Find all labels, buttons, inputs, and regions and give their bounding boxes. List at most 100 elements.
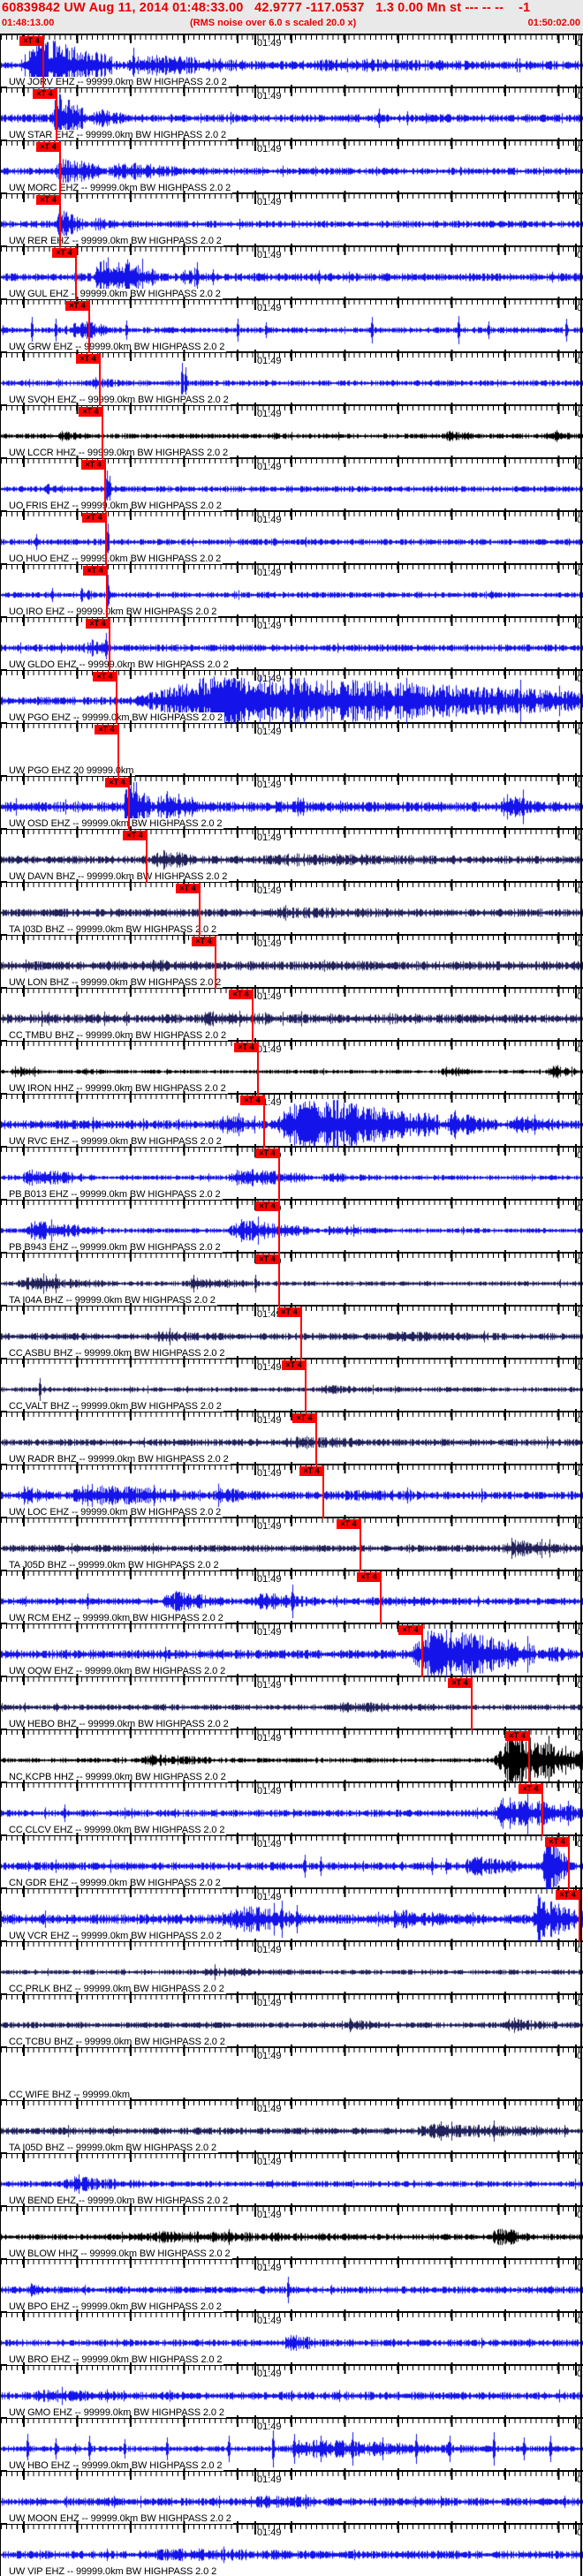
trace-row: 01:4901:50×T 4NC KCPB HHZ -- 99999.0km B…: [1, 1727, 583, 1783]
station-label: UW GRW EHZ -- 99999.0km BW HIGHPASS 2.0 …: [7, 342, 227, 352]
trace-row: 01:4901:50×T 4CN GDR EHZ -- 99999.0km BW…: [1, 1833, 583, 1889]
trace-row: 01:4901:50×T 4UW DAVN BHZ -- 99999.0km B…: [1, 826, 583, 883]
pick-flag[interactable]: ×T 4: [95, 725, 118, 734]
station-label: PB B013 EHZ -- 99999.0km BW HIGHPASS 2.0…: [7, 1189, 223, 1200]
station-label: UW BPO EHZ -- 99999.0km BW HIGHPASS 2.0 …: [7, 2301, 223, 2312]
station-label: UW JORV EHZ -- 99999.0km BW HIGHPASS 2.0…: [7, 77, 229, 87]
pick-flag[interactable]: ×T 4: [19, 36, 43, 46]
pick-flag[interactable]: ×T 4: [519, 1784, 542, 1794]
trace-row: 01:4901:50UW BPO EHZ -- 99999.0km BW HIG…: [1, 2256, 583, 2313]
station-label: CC CLCV EHZ -- 99999.0km BW HIGHPASS 2.0…: [7, 1825, 227, 1835]
pick-flag[interactable]: ×T 4: [292, 1413, 316, 1423]
pick-flag[interactable]: ×T 4: [81, 460, 105, 470]
pick-flag[interactable]: ×T 4: [545, 1837, 569, 1847]
pick-flag[interactable]: ×T 4: [192, 937, 216, 946]
station-label: TA I05D BHZ -- 99999.0km BW HIGHPASS 2.0…: [7, 2143, 219, 2153]
pick-flag[interactable]: ×T 4: [33, 89, 57, 99]
trace-row: 01:4901:50×T 4CC CLCV EHZ -- 99999.0km B…: [1, 1780, 583, 1836]
pick-flag[interactable]: ×T 4: [357, 1572, 381, 1582]
trace-row: 01:4901:50×T 4UW MORC EHZ -- 99999.0km B…: [1, 138, 583, 194]
pick-flag[interactable]: ×T 4: [86, 619, 110, 629]
trace-row: 01:4901:50×T 4TA I03D BHZ -- 99999.0km B…: [1, 879, 583, 936]
rms-scaling-note: (RMS noise over 6.0 s scaled 20.0 x): [190, 18, 357, 28]
trace-row: 01:4901:50×T 4UW JORV EHZ -- 99999.0km B…: [1, 34, 583, 88]
station-label: UW RER EHZ -- 99999.0km BW HIGHPASS 2.0 …: [7, 236, 223, 246]
pick-flag[interactable]: ×T 4: [282, 1360, 306, 1370]
trace-row: 01:4901:50×T 4PB B013 EHZ -- 99999.0km B…: [1, 1144, 583, 1201]
station-label: UW LCCR HHZ -- 99999.0km BW HIGHPASS 2.0…: [7, 448, 231, 458]
trace-row: 01:4901:50CC WIFE BHZ -- 99999.0km: [1, 2045, 583, 2101]
trace-row: 01:4901:50UW MOON EHZ -- 99999.0km BW HI…: [1, 2468, 583, 2525]
station-label: UW IRON HHZ -- 99999.0km BW HIGHPASS 2.0…: [7, 1083, 228, 1094]
seismogram-viewer: 60839842 UW Aug 11, 2014 01:48:33.00 42.…: [0, 0, 583, 2576]
trace-row: 01:4901:50CC TCBU BHZ -- 99999.0km BW HI…: [1, 1992, 583, 2048]
pick-flag[interactable]: ×T 4: [299, 1466, 323, 1476]
trace-row: 01:4901:50×T 4UW LON BHZ -- 99999.0km BW…: [1, 932, 583, 989]
pick-flag[interactable]: ×T 4: [448, 1678, 472, 1688]
pick-flag[interactable]: ×T 4: [255, 1201, 279, 1211]
pick-flag[interactable]: ×T 4: [505, 1731, 529, 1741]
pick-flag[interactable]: ×T 4: [337, 1519, 360, 1529]
station-label: UW RVC EHZ -- 99999.0km BW HIGHPASS 2.0 …: [7, 1136, 223, 1147]
trace-row: 01:4901:50×T 4UW RADR BHZ -- 99999.0km B…: [1, 1409, 583, 1465]
station-label: UO FRIS EHZ -- 99999.0km BW HIGHPASS 2.0…: [7, 501, 223, 511]
trace-row: 01:4901:50×T 4TA J05D BHZ -- 99999.0km B…: [1, 1515, 583, 1571]
trace-row: 01:4901:50UW BRO EHZ -- 99999.0km BW HIG…: [1, 2309, 583, 2366]
pick-flag[interactable]: ×T 4: [83, 566, 107, 576]
pick-flag[interactable]: ×T 4: [93, 672, 117, 682]
station-label: UO IRO EHZ -- 99999.0km BW HIGHPASS 2.0 …: [7, 606, 219, 617]
trace-row: 01:4901:50UW BEND EHZ -- 99999.0km BW HI…: [1, 2150, 583, 2207]
station-label: UW MORC EHZ -- 99999.0km BW HIGHPASS 2.0…: [7, 183, 233, 193]
pick-flag[interactable]: ×T 4: [105, 778, 129, 787]
trace-row: 01:4901:50×T 4UW GRW EHZ -- 99999.0km BW…: [1, 297, 583, 353]
pick-flag[interactable]: ×T 4: [556, 1890, 579, 1900]
pick-flag[interactable]: ×T 4: [255, 1149, 279, 1158]
event-summary-line: 60839842 UW Aug 11, 2014 01:48:33.00 42.…: [2, 1, 531, 15]
station-label: UW GMO EHZ -- 99999.0km BW HIGHPASS 2.0 …: [7, 2407, 226, 2418]
trace-row: 01:4901:50×T 4UW PGO EHZ -- 99999.0km BW…: [1, 667, 583, 724]
trace-row: 01:4901:50UW VIP EHZ -- 99999.0km BW HIG…: [1, 2521, 583, 2576]
station-label: CN GDR EHZ -- 99999.0km BW HIGHPASS 2.0 …: [7, 1878, 223, 1888]
pick-flag[interactable]: ×T 4: [234, 1043, 258, 1052]
pick-flag[interactable]: ×T 4: [52, 248, 76, 258]
trace-row: 01:4901:50×T 4UW HEBO BHZ -- 99999.0km B…: [1, 1674, 583, 1730]
station-label: CC PRLK BHZ -- 99999.0km BW HIGHPASS 2.0…: [7, 1984, 226, 1994]
station-label: UW HEBO BHZ -- 99999.0km BW HIGHPASS 2.0…: [7, 1719, 231, 1729]
station-label: TA J05D BHZ -- 99999.0km BW HIGHPASS 2.0…: [7, 1560, 221, 1570]
pick-flag[interactable]: ×T 4: [36, 142, 60, 152]
trace-row: 01:4901:50×T 4UW RCM EHZ -- 99999.0km BW…: [1, 1568, 583, 1624]
trace-list: 01:4901:50×T 4UW JORV EHZ -- 99999.0km B…: [0, 34, 583, 2576]
pick-flag[interactable]: ×T 4: [229, 990, 253, 999]
trace-row: 01:4901:50×T 4UW VCR EHZ -- 99999.0km BW…: [1, 1886, 583, 1942]
station-label: UW STAR EHZ -- 99999.0km BW HIGHPASS 2.0…: [7, 130, 229, 140]
trace-row: 01:4901:50×T 4UW RER EHZ -- 99999.0km BW…: [1, 191, 583, 247]
station-label: UW LOC EHZ -- 99999.0km BW HIGHPASS 2.0 …: [7, 1507, 223, 1518]
station-label: UW LON BHZ -- 99999.0km BW HIGHPASS 2.0 …: [7, 977, 223, 988]
pick-flag[interactable]: ×T 4: [277, 1307, 301, 1317]
trace-row: 01:4901:50UW GMO EHZ -- 99999.0km BW HIG…: [1, 2362, 583, 2419]
station-label: CC WIFE BHZ -- 99999.0km: [7, 2090, 132, 2100]
pick-flag[interactable]: ×T 4: [82, 513, 106, 523]
pick-flag[interactable]: ×T 4: [76, 354, 100, 364]
trace-row: 01:4901:50×T 4CC VALT BHZ -- 99999.0km B…: [1, 1356, 583, 1412]
pick-flag[interactable]: ×T 4: [240, 1096, 264, 1105]
station-label: UW GLDO EHZ -- 99999.0km BW HIGHPASS 2.0…: [7, 659, 231, 670]
pick-flag[interactable]: ×T 4: [398, 1625, 422, 1635]
station-label: PB B943 EHZ -- 99999.0km BW HIGHPASS 2.0…: [7, 1242, 223, 1253]
pick-flag[interactable]: ×T 4: [176, 884, 200, 893]
station-label: UW BRO EHZ -- 99999.0km BW HIGHPASS 2.0 …: [7, 2354, 224, 2365]
trace-row: 01:4901:50×T 4UW STAR EHZ -- 99999.0km B…: [1, 85, 583, 141]
pick-flag[interactable]: ×T 4: [79, 407, 102, 417]
station-label: UW HBO EHZ -- 99999.0km BW HIGHPASS 2.0 …: [7, 2460, 224, 2471]
trace-row: 01:4901:50×T 4PB B943 EHZ -- 99999.0km B…: [1, 1197, 583, 1254]
pick-flag[interactable]: ×T 4: [123, 831, 147, 840]
station-label: UW RCM EHZ -- 99999.0km BW HIGHPASS 2.0 …: [7, 1613, 225, 1623]
trace-row: 01:4901:50×T 4UW LOC EHZ -- 99999.0km BW…: [1, 1462, 583, 1518]
pick-flag[interactable]: ×T 4: [36, 195, 60, 205]
pick-flag[interactable]: ×T 4: [65, 301, 89, 311]
pick-flag[interactable]: ×T 4: [255, 1254, 279, 1264]
right-border: [580, 34, 582, 2576]
trace-row: 01:4901:50×T 4UW SVQH EHZ -- 99999.0km B…: [1, 350, 583, 406]
station-label: UO HUO EHZ -- 99999.0km BW HIGHPASS 2.0 …: [7, 554, 223, 564]
trace-row: 01:4901:50×T 4UO IRO EHZ -- 99999.0km BW…: [1, 561, 583, 618]
